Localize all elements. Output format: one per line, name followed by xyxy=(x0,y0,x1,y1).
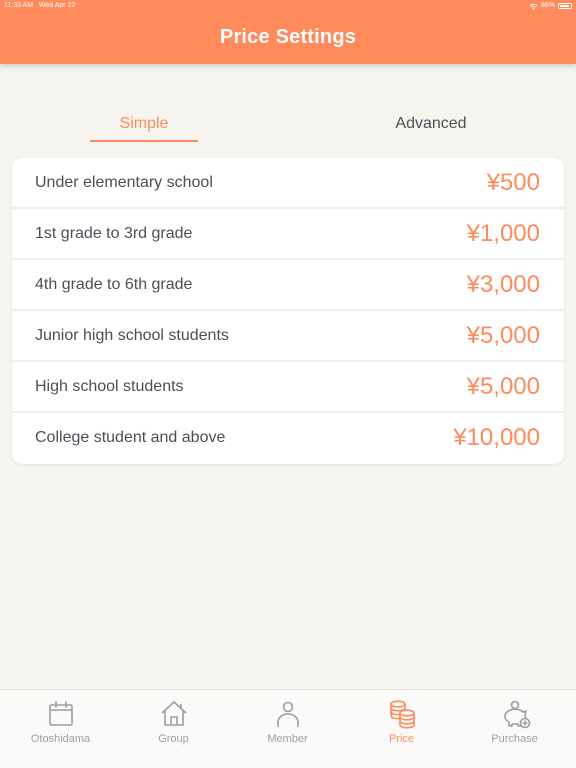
tab-member[interactable]: Member xyxy=(230,690,345,768)
price-row-label: College student and above xyxy=(35,429,226,446)
tab-price[interactable]: Price xyxy=(344,690,459,768)
person-icon xyxy=(277,701,299,727)
calendar-icon xyxy=(49,701,73,726)
price-row-label: 4th grade to 6th grade xyxy=(35,276,193,293)
page-title: Price Settings xyxy=(219,26,357,48)
tab-label: Otoshidama xyxy=(30,733,91,745)
price-row-value: ¥500 xyxy=(486,169,540,196)
price-row-label: 1st grade to 3rd grade xyxy=(35,225,193,242)
price-row[interactable]: 1st grade to 3rd grade ¥1,000 xyxy=(12,209,564,260)
status-date: Wed Apr 22 xyxy=(38,2,76,9)
tab-label: Group xyxy=(158,733,189,745)
status-bar: 11:33 AM Wed Apr 22 86% xyxy=(0,0,576,12)
price-row-value: ¥10,000 xyxy=(453,424,540,451)
price-row-label: Under elementary school xyxy=(35,174,213,191)
battery-icon xyxy=(558,3,572,9)
price-row[interactable]: College student and above ¥10,000 xyxy=(12,413,564,464)
price-row[interactable]: Junior high school students ¥5,000 xyxy=(12,311,564,362)
house-icon xyxy=(161,701,187,726)
tab-purchase[interactable]: Purchase xyxy=(457,690,572,768)
tab-label: Member xyxy=(267,733,308,745)
price-row[interactable]: High school students ¥5,000 xyxy=(12,362,564,413)
battery-percent: 86% xyxy=(540,2,555,9)
price-row-label: Junior high school students xyxy=(35,327,229,344)
tab-bar: Otoshidama Group Member Price Purchase xyxy=(0,689,576,768)
battery-fill xyxy=(560,5,569,7)
nav-header: 11:33 AM Wed Apr 22 86% Price Settings xyxy=(0,0,576,64)
wifi-icon xyxy=(529,3,538,10)
tab-label: Purchase xyxy=(491,733,538,745)
price-row-label: High school students xyxy=(35,378,184,395)
segment-advanced[interactable]: Advanced xyxy=(370,112,492,142)
status-time: 11:33 AM xyxy=(4,2,34,9)
tab-label: Price xyxy=(388,733,415,745)
piggy-bank-icon xyxy=(504,700,531,729)
segment-simple[interactable]: Simple xyxy=(90,112,198,142)
tab-group[interactable]: Group xyxy=(116,690,231,768)
price-list: Under elementary school ¥500 1st grade t… xyxy=(12,158,564,464)
price-row-value: ¥1,000 xyxy=(466,220,540,247)
tab-otoshidama[interactable]: Otoshidama xyxy=(3,690,118,768)
price-row-value: ¥5,000 xyxy=(466,373,540,400)
price-row[interactable]: 4th grade to 6th grade ¥3,000 xyxy=(12,260,564,311)
price-row-value: ¥3,000 xyxy=(466,271,540,298)
price-row-value: ¥5,000 xyxy=(466,322,540,349)
segment-simple-label: Simple xyxy=(119,115,169,132)
segment-advanced-label: Advanced xyxy=(395,115,467,132)
coins-icon xyxy=(390,700,415,729)
price-row[interactable]: Under elementary school ¥500 xyxy=(12,158,564,209)
